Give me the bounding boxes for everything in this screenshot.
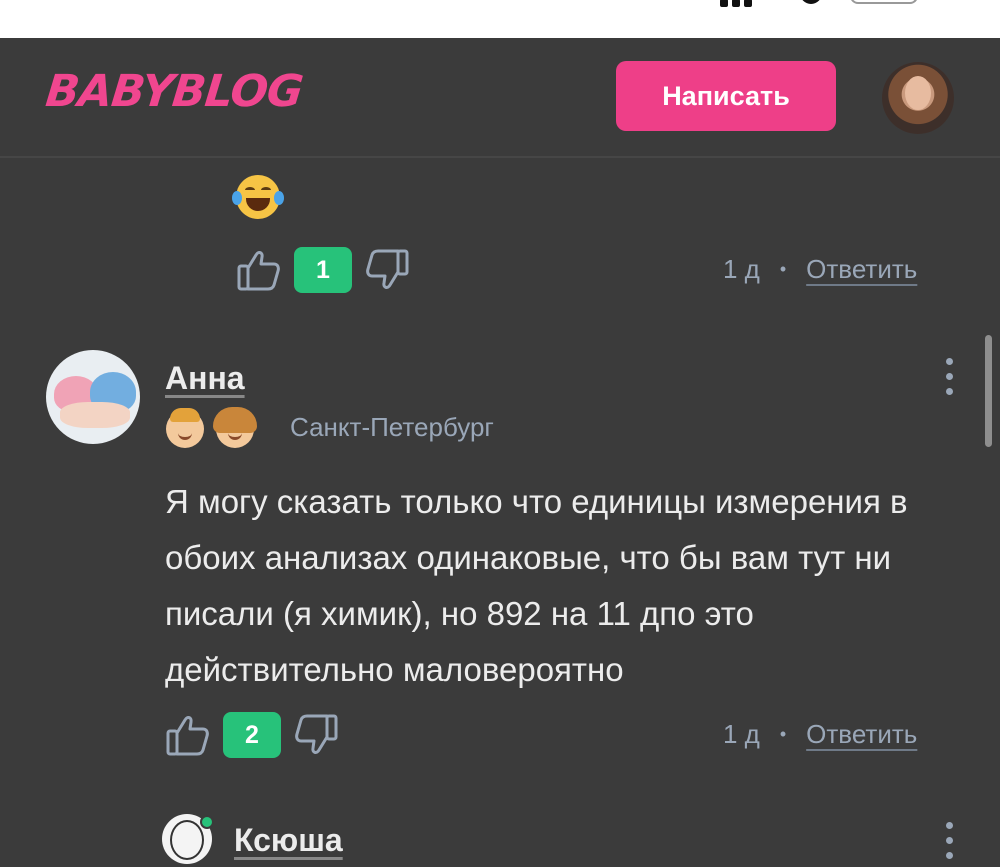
scrollbar[interactable] [985,335,992,447]
author-avatar[interactable] [46,350,140,444]
comment-actions: 1 [236,245,410,295]
reply-link[interactable]: Ответить [806,254,917,285]
like-count: 2 [223,712,281,758]
online-indicator [200,815,214,829]
battery-icon [850,0,918,4]
separator-dot: • [779,724,787,744]
babyblog-logo[interactable]: BABYBLOG [43,66,304,117]
author-city: Санкт-Петербург [290,412,494,442]
boy-icon [166,408,204,448]
comment-meta: 1 д • Ответить [723,719,917,750]
comment-actions: 2 [165,710,339,760]
like-count: 1 [294,247,352,293]
thumbs-up-icon[interactable] [236,247,282,293]
thumbs-up-icon[interactable] [165,712,211,758]
wifi-icon [800,0,822,4]
signal-icon [720,0,770,7]
comment-age: 1 д [723,254,760,284]
write-button[interactable]: Написать [616,61,836,131]
laughing-emoji-icon [232,175,284,224]
more-options-icon[interactable] [944,822,954,859]
author-name[interactable]: Анна [165,360,245,397]
kids-icons [166,407,257,448]
thumbs-down-icon[interactable] [364,247,410,293]
truncated-text-line [234,150,794,158]
reply-link[interactable]: Ответить [806,719,917,750]
comment-meta: 1 д • Ответить [723,254,917,285]
site-header: BABYBLOG Написать [0,38,1000,158]
author-name[interactable]: Ксюша [234,822,343,859]
girl-icon [213,407,257,448]
status-bar [0,0,1000,38]
comment-text: Я могу сказать только что единицы измере… [165,483,908,688]
more-options-icon[interactable] [944,358,954,395]
thumbs-down-icon[interactable] [293,712,339,758]
separator-dot: • [779,259,787,279]
comment-age: 1 д [723,719,760,749]
user-avatar[interactable] [882,62,954,134]
